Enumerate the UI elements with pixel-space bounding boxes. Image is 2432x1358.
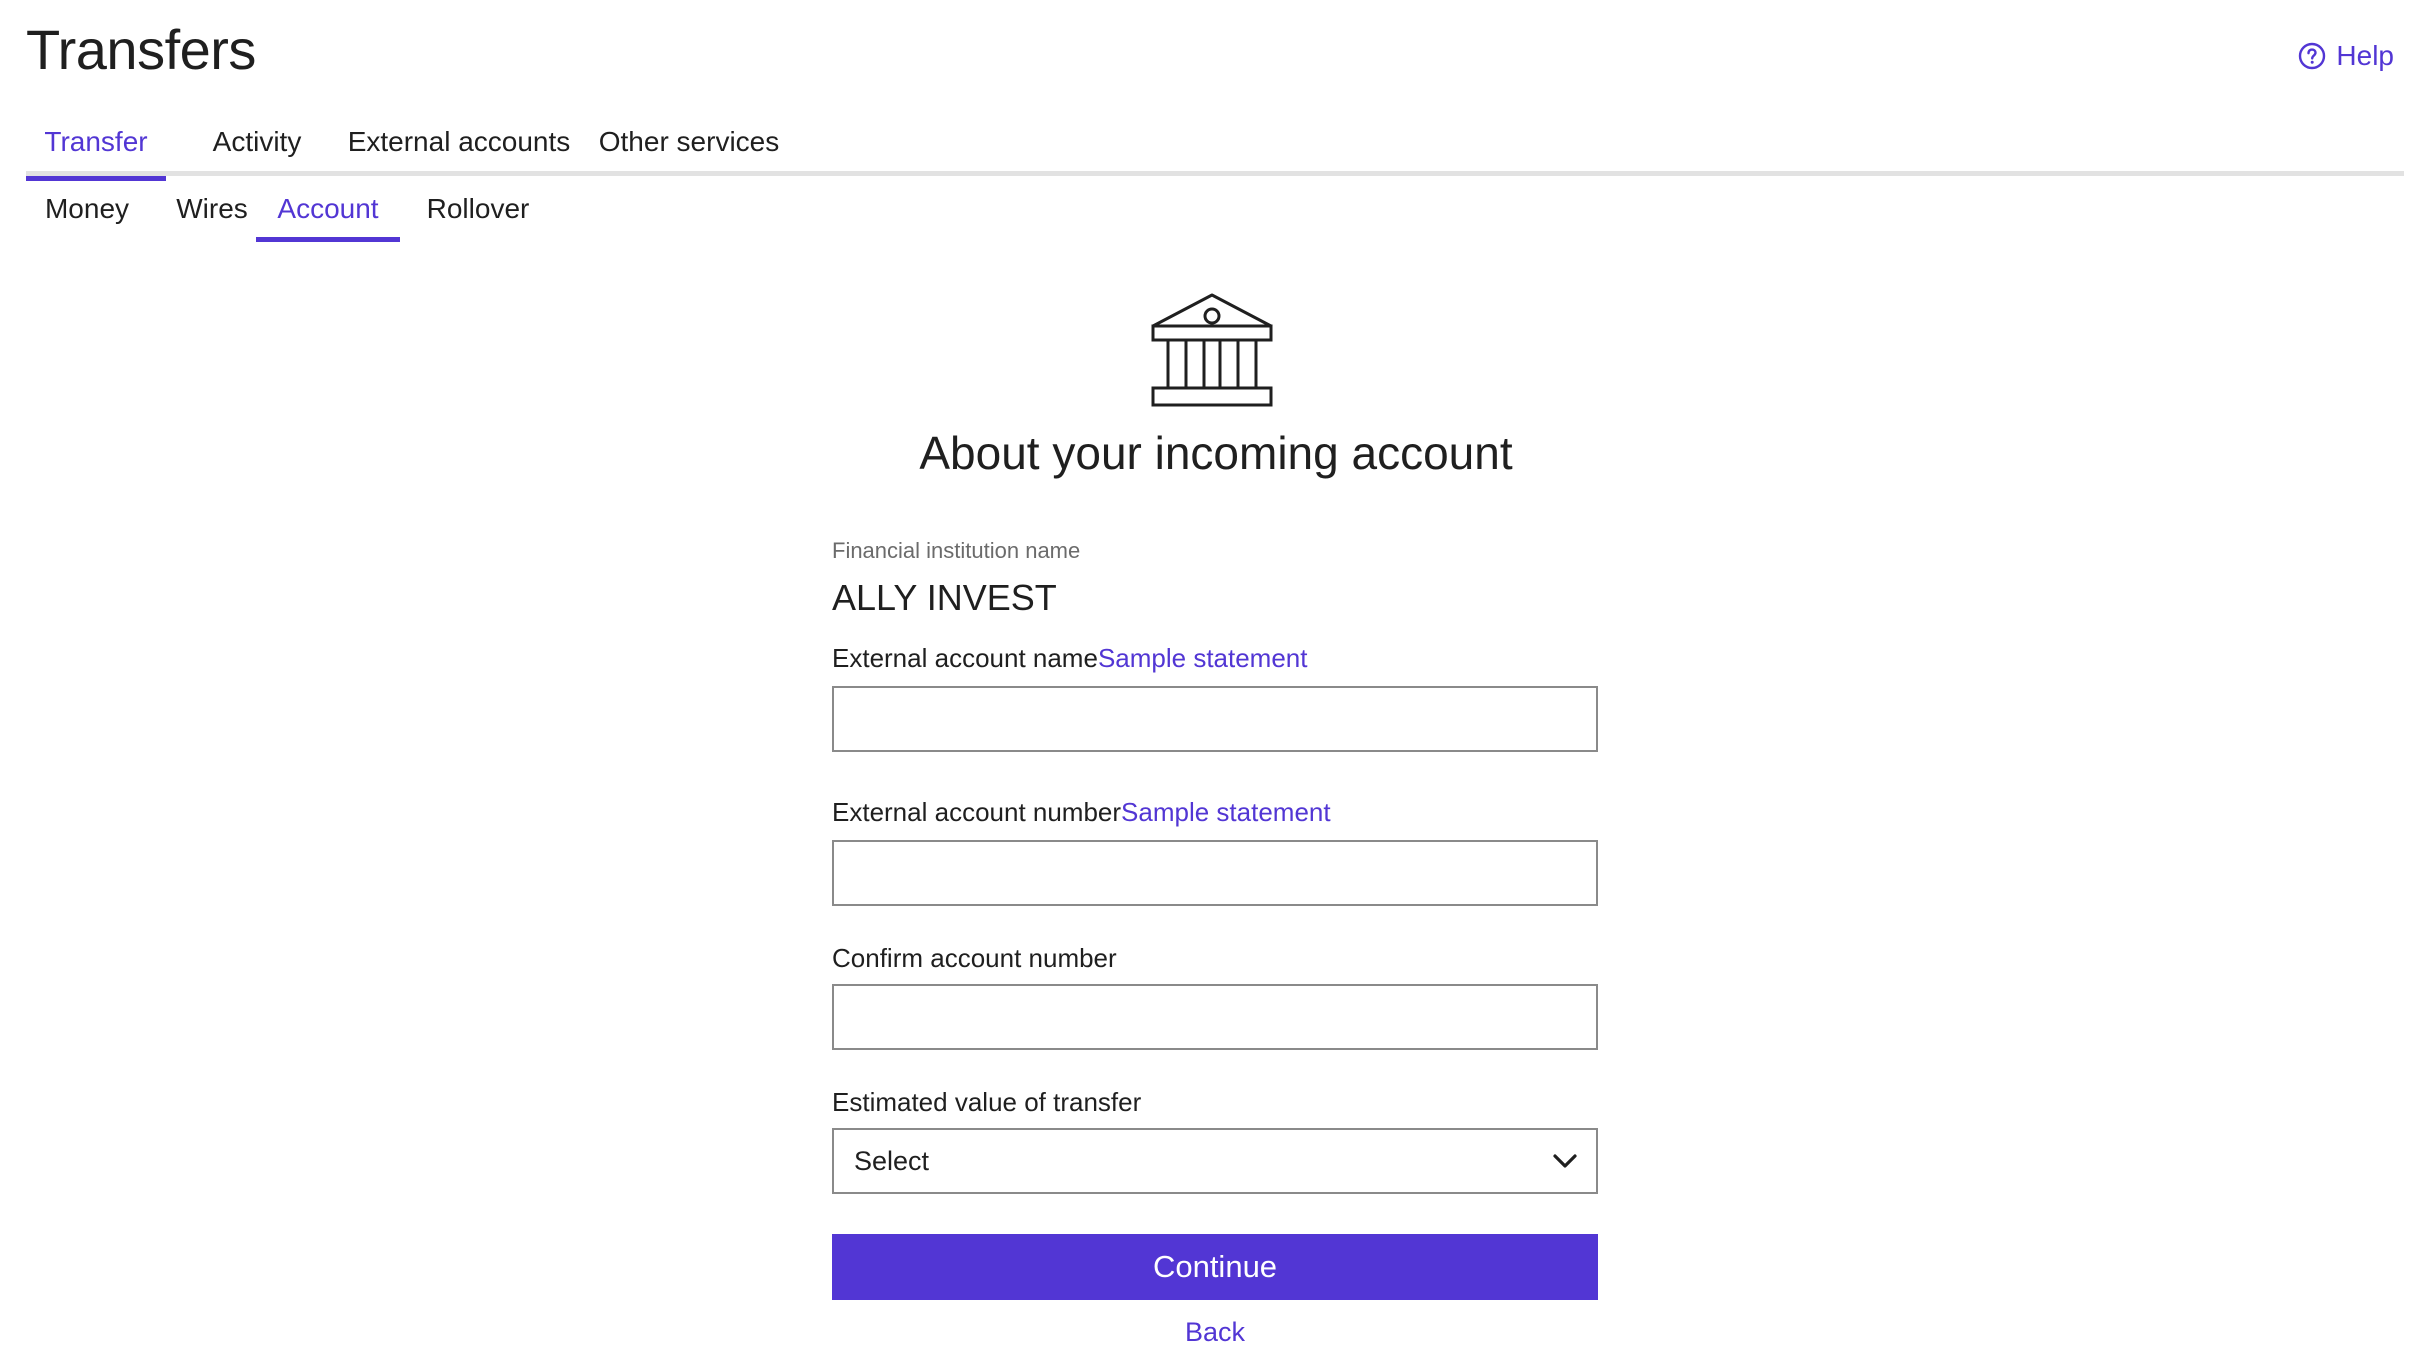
tab-external-accounts[interactable]: External accounts xyxy=(344,116,574,176)
account-name-label: External account name xyxy=(832,643,1098,673)
primary-tabs: Transfer Activity External accounts Othe… xyxy=(26,116,2404,181)
secondary-tabs: Money Wires Account Rollover xyxy=(26,182,626,242)
confirm-account-number-input[interactable] xyxy=(832,984,1598,1050)
tab-other-services[interactable]: Other services xyxy=(586,116,792,176)
sample-statement-link[interactable]: Sample statement xyxy=(1098,643,1308,673)
chevron-down-icon xyxy=(1552,1149,1578,1173)
bank-icon xyxy=(1150,292,1274,410)
form-heading: About your incoming account xyxy=(919,427,1513,479)
subtab-rollover[interactable]: Rollover xyxy=(410,182,546,242)
page-title: Transfers xyxy=(26,18,256,81)
institution-label: Financial institution name xyxy=(832,538,1081,563)
tab-transfer[interactable]: Transfer xyxy=(26,116,166,181)
confirm-account-number-label: Confirm account number xyxy=(832,943,1117,973)
help-icon xyxy=(2298,42,2326,70)
account-number-input[interactable] xyxy=(832,840,1598,906)
help-link[interactable]: Help xyxy=(2298,40,2394,72)
estimated-value-label: Estimated value of transfer xyxy=(832,1087,1142,1117)
institution-name: ALLY INVEST xyxy=(832,577,1057,618)
account-number-label: External account number xyxy=(832,797,1122,827)
subtab-wires[interactable]: Wires xyxy=(158,182,266,242)
select-value: Select xyxy=(854,1146,930,1176)
subtab-money[interactable]: Money xyxy=(26,182,148,242)
account-name-label-row: External account nameSample statement xyxy=(832,638,1308,678)
account-name-input[interactable] xyxy=(832,686,1598,752)
estimated-value-select[interactable]: Select xyxy=(832,1128,1598,1194)
subtab-account[interactable]: Account xyxy=(256,182,400,242)
tab-activity[interactable]: Activity xyxy=(182,116,332,176)
account-number-label-row: External account numberSample statement xyxy=(832,792,1331,832)
help-label: Help xyxy=(2336,40,2394,71)
back-link[interactable]: Back xyxy=(832,1310,1598,1354)
continue-button[interactable]: Continue xyxy=(832,1234,1598,1300)
sample-statement-link[interactable]: Sample statement xyxy=(1121,797,1331,827)
